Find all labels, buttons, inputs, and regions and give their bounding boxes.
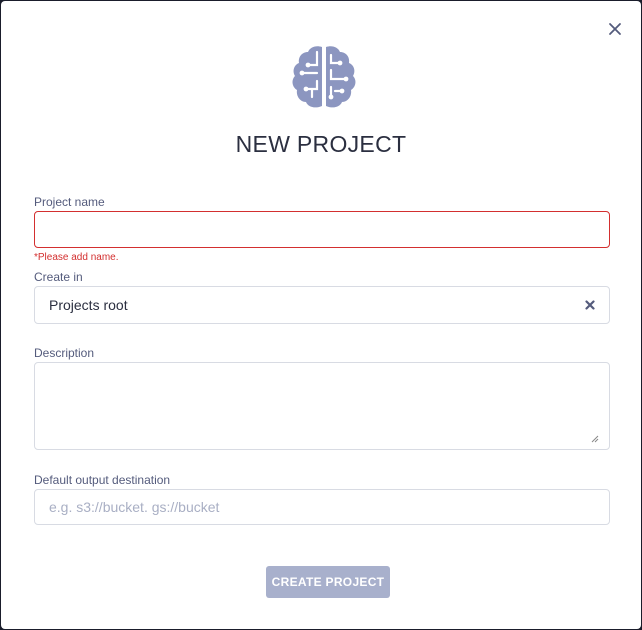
create-project-button[interactable]: CREATE PROJECT [266, 566, 390, 598]
output-destination-label: Default output destination [34, 473, 171, 487]
create-in-select[interactable]: Projects root [34, 286, 610, 324]
project-name-input[interactable] [34, 211, 610, 248]
clear-icon[interactable] [585, 300, 595, 310]
description-label: Description [34, 346, 95, 360]
project-name-label: Project name [34, 195, 105, 209]
output-destination-input[interactable] [34, 489, 610, 525]
close-icon[interactable] [606, 20, 624, 38]
dialog-title: NEW PROJECT [235, 131, 407, 157]
create-in-value: Projects root [49, 297, 128, 313]
description-textarea[interactable] [34, 362, 610, 450]
new-project-dialog: NEW PROJECT Project name *Please add nam… [1, 1, 641, 629]
create-in-label: Create in [34, 270, 83, 284]
project-name-error: *Please add name. [34, 252, 119, 263]
brain-circuit-icon [292, 46, 356, 108]
resize-grip-icon[interactable] [591, 435, 599, 443]
